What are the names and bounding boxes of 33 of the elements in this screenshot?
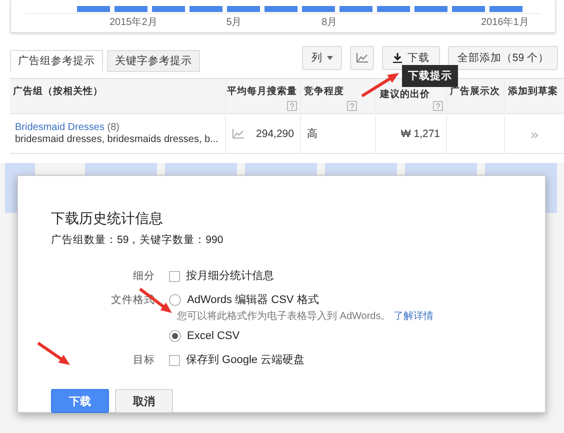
option-label: 细分 — [132, 269, 155, 283]
option-label: 目标 — [132, 353, 155, 367]
help-icon: ? — [287, 101, 297, 111]
ad-group-name[interactable]: Bridesmaid Dresses (8) — [15, 122, 223, 132]
column-header: 添加到草案 — [508, 85, 558, 98]
column-header: 竞争程度 — [304, 85, 344, 98]
suggested-bid: ₩ 1,271 — [400, 128, 440, 140]
tooltip: 下载提示 — [402, 65, 458, 87]
column-header: 广告组（按相关性） — [13, 85, 103, 98]
learn-more-link[interactable]: 了解详情 — [394, 311, 434, 322]
checkbox-label: 保存到 Google 云端硬盘 — [186, 353, 305, 367]
columns-button[interactable]: 列 — [302, 46, 342, 70]
dialog-summary: 广告组数量：59，关键字数量：990 — [51, 233, 224, 247]
column-header: 建议的出价 — [380, 88, 430, 101]
axis-label: 2015年2月 — [109, 16, 158, 29]
axis-label: 8月 — [322, 16, 338, 29]
checkbox-label: 按月细分统计信息 — [186, 269, 274, 283]
competition-level: 高 — [307, 126, 318, 140]
format-hint: 您可以将此格式作为电子表格导入到 AdWords。 了解详情 — [176, 310, 435, 323]
tab[interactable]: 关键字参考提示 — [107, 50, 200, 72]
radio-label: Excel CSV — [187, 329, 240, 343]
help-icon: ? — [347, 101, 357, 111]
keyword-list: bridesmaid dresses, bridesmaids dresses, b... — [15, 132, 223, 146]
axis-label: 2016年1月 — [480, 16, 529, 29]
radio-label: AdWords 编辑器 CSV 格式 — [187, 293, 319, 307]
add-all-button[interactable]: 全部添加（59 个） — [448, 46, 558, 70]
dialog-title: 下载历史统计信息 — [51, 210, 164, 228]
tab[interactable]: 广告组参考提示 — [10, 50, 103, 72]
search-volume: 294,290 — [256, 128, 294, 140]
help-icon: ? — [433, 101, 443, 111]
cancel-button[interactable]: 取消 — [115, 389, 173, 413]
column-header: 平均每月搜索量 — [227, 85, 297, 98]
axis-label: 5月 — [226, 16, 242, 29]
